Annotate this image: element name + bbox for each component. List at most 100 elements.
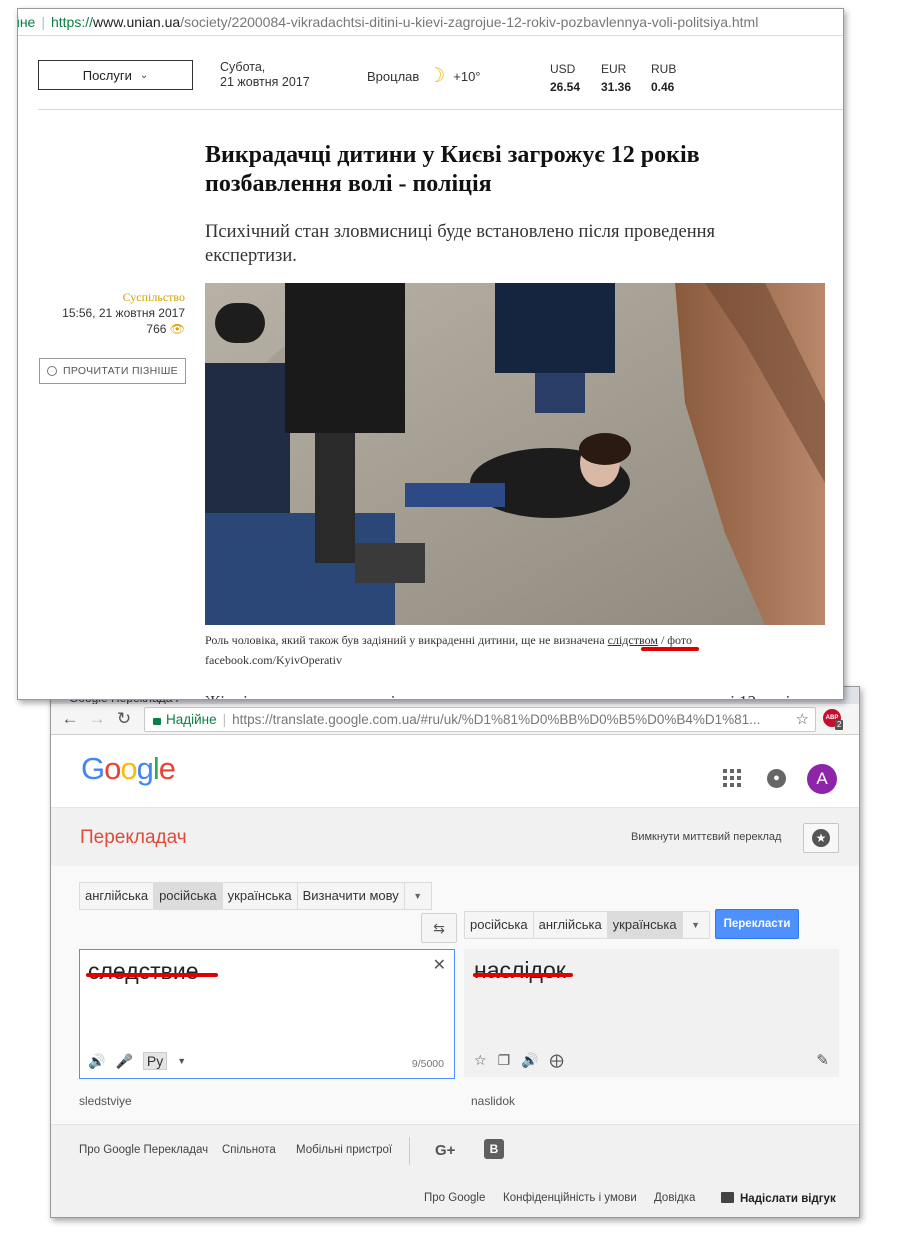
footer-about-google[interactable]: Про Google: [424, 1192, 485, 1204]
footer-community[interactable]: Спільнота: [222, 1144, 276, 1156]
translate-window: Google Перекладач ← → ↻ Надійне|https://…: [50, 686, 860, 1218]
translate-button[interactable]: Перекласти: [715, 909, 799, 939]
target-lang-russian[interactable]: російська: [465, 912, 534, 938]
secure-label: Надійне: [166, 712, 217, 727]
pencil-icon[interactable]: ✎: [816, 1051, 829, 1069]
currency-rub: RUB 0.46: [651, 62, 677, 94]
browser-toolbar: ← → ↻ Надійне | https://translate.google.c…: [51, 704, 859, 735]
article-lead: Психічний стан зловмисниці буде встановл…: [205, 222, 716, 266]
address-bar[interactable]: Надійне | https://translate.google.com.ua/…: [144, 707, 816, 732]
view-count: 766: [146, 322, 167, 336]
translation-result: наслідок ☆ ❐ 🔊 ⨁ ✎: [464, 949, 839, 1077]
source-text-input[interactable]: следствие ✕ 🔊 🎤 Ру ▼ 9/5000: [79, 949, 455, 1079]
result-tools: ☆ ❐ 🔊 ⨁: [474, 1052, 564, 1069]
app-title[interactable]: Перекладач: [80, 827, 187, 849]
weather-temperature: +10°: [453, 68, 481, 84]
footer-help[interactable]: Довідка: [654, 1192, 695, 1204]
services-label: Послуги: [82, 67, 132, 83]
footer-about-translate[interactable]: Про Google Перекладач: [79, 1144, 208, 1156]
article-category[interactable]: Суспільство: [38, 289, 185, 305]
notifications-bell-icon[interactable]: ●: [767, 769, 786, 788]
article-body-snippet: Жінці, яка вчора в столиці викрала дитин…: [205, 687, 843, 699]
share-icon[interactable]: ⨁: [550, 1052, 564, 1069]
speaker-icon[interactable]: 🔊: [88, 1053, 105, 1070]
url-path: /society/2200084-vikradachtsi-ditini-u-k…: [180, 14, 759, 30]
star-icon[interactable]: ☆: [474, 1052, 487, 1069]
blogger-icon[interactable]: B: [484, 1139, 504, 1159]
source-lang-russian[interactable]: російська: [154, 883, 223, 909]
target-lang-ukrainian[interactable]: українська: [607, 912, 683, 938]
clock-icon: [47, 366, 58, 376]
chevron-down-icon: ⌄: [139, 69, 149, 81]
result-transliteration: naslidok: [471, 1094, 516, 1108]
moon-icon: ☽: [427, 65, 446, 87]
target-lang-english[interactable]: англійська: [534, 912, 608, 938]
result-text: наслідок: [474, 957, 566, 983]
instant-translation-toggle[interactable]: Вимкнути миттєвий переклад: [631, 831, 781, 843]
target-language-bar: російська англійська українська ▼: [464, 911, 710, 939]
swap-languages-button[interactable]: ⇆: [421, 913, 457, 943]
address-bar[interactable]: йне|https://www.unian.ua/society/2200084…: [18, 9, 843, 36]
chevron-down-icon[interactable]: ▼: [683, 912, 709, 938]
back-arrow-icon[interactable]: ←: [60, 709, 80, 729]
account-avatar[interactable]: A: [807, 764, 837, 794]
caption-source: facebook.com/KyivOperativ: [205, 653, 342, 667]
star-icon: ★: [812, 829, 830, 847]
translate-app-bar: Перекладач Вимкнути миттєвий переклад ★: [51, 808, 859, 867]
source-lang-english[interactable]: англійська: [80, 883, 155, 909]
close-icon[interactable]: ✕: [433, 955, 446, 975]
article-title: Викрадачці дитини у Києві загрожує 12 ро…: [205, 142, 700, 197]
chevron-down-icon[interactable]: ▼: [177, 1056, 186, 1066]
microphone-icon[interactable]: 🎤: [115, 1053, 132, 1070]
source-lang-ukrainian[interactable]: українська: [223, 883, 298, 909]
url-host: www.unian.ua: [93, 14, 181, 30]
lock-icon: [153, 718, 161, 725]
footer-feedback[interactable]: Надіслати відгук: [721, 1192, 836, 1205]
red-underline-result: [473, 973, 573, 977]
chevron-down-icon[interactable]: ▼: [405, 883, 431, 909]
secure-label: йне: [18, 14, 36, 30]
weather-city: Вроцлав: [367, 68, 420, 84]
source-lang-detect[interactable]: Визначити мову: [298, 883, 405, 909]
red-underline-source: [86, 973, 218, 977]
copy-icon[interactable]: ❐: [498, 1052, 511, 1069]
speaker-icon[interactable]: 🔊: [521, 1052, 538, 1069]
article-photo: [205, 283, 825, 625]
phrasebook-button[interactable]: ★: [803, 823, 839, 853]
adblock-count: 2: [835, 720, 844, 730]
article-published: 15:56, 21 жовтня 2017: [62, 306, 185, 320]
input-tool-chip[interactable]: Ру: [142, 1052, 168, 1070]
source-language-bar: англійська російська українська Визначит…: [79, 882, 432, 910]
apps-grid-icon[interactable]: [723, 769, 741, 787]
swap-icon: ⇆: [433, 920, 445, 936]
photo-caption: Роль чоловіка, який також був задіяний у…: [205, 633, 692, 667]
article-meta: Суспільство 15:56, 21 жовтня 2017 766 👁: [38, 289, 185, 337]
source-text[interactable]: следствие: [88, 958, 199, 985]
red-underline-caption: [641, 647, 699, 651]
google-logo[interactable]: Google: [81, 751, 176, 787]
footer-mobile[interactable]: Мобільні пристрої: [296, 1144, 392, 1156]
services-button[interactable]: Послуги ⌄: [38, 60, 193, 90]
reload-icon[interactable]: ↻: [114, 709, 134, 729]
google-plus-icon[interactable]: G+: [435, 1142, 455, 1159]
forward-arrow-icon[interactable]: →: [87, 709, 107, 729]
bookmark-star-icon[interactable]: ☆: [796, 708, 809, 731]
character-count: 9/5000: [411, 1058, 444, 1070]
read-later-button[interactable]: ПРОЧИТАТИ ПІЗНІШЕ: [39, 358, 186, 384]
eye-icon: 👁: [169, 322, 185, 336]
header-divider: [38, 109, 843, 110]
caption-highlight: слідством: [607, 633, 658, 647]
google-header: Google ● A: [51, 734, 859, 808]
currency-usd: USD 26.54: [550, 62, 581, 94]
translate-footer: Про Google Перекладач Спільнота Мобільні…: [51, 1124, 859, 1217]
footer-privacy[interactable]: Конфіденційність і умови: [503, 1192, 637, 1204]
currency-eur: EUR 31.36: [601, 62, 632, 94]
feedback-icon: [721, 1192, 734, 1203]
url-scheme: https://: [50, 14, 94, 30]
source-transliteration: sledstviye: [79, 1094, 132, 1108]
weather-widget[interactable]: Вроцлав ☽ +10°: [367, 65, 481, 87]
footer-divider: [409, 1137, 410, 1165]
article-window: йне|https://www.unian.ua/society/2200084…: [17, 8, 844, 700]
source-tools: 🔊 🎤 Ру ▼: [88, 1052, 186, 1070]
date-display: Субота, 21 жовтня 2017: [220, 60, 310, 89]
